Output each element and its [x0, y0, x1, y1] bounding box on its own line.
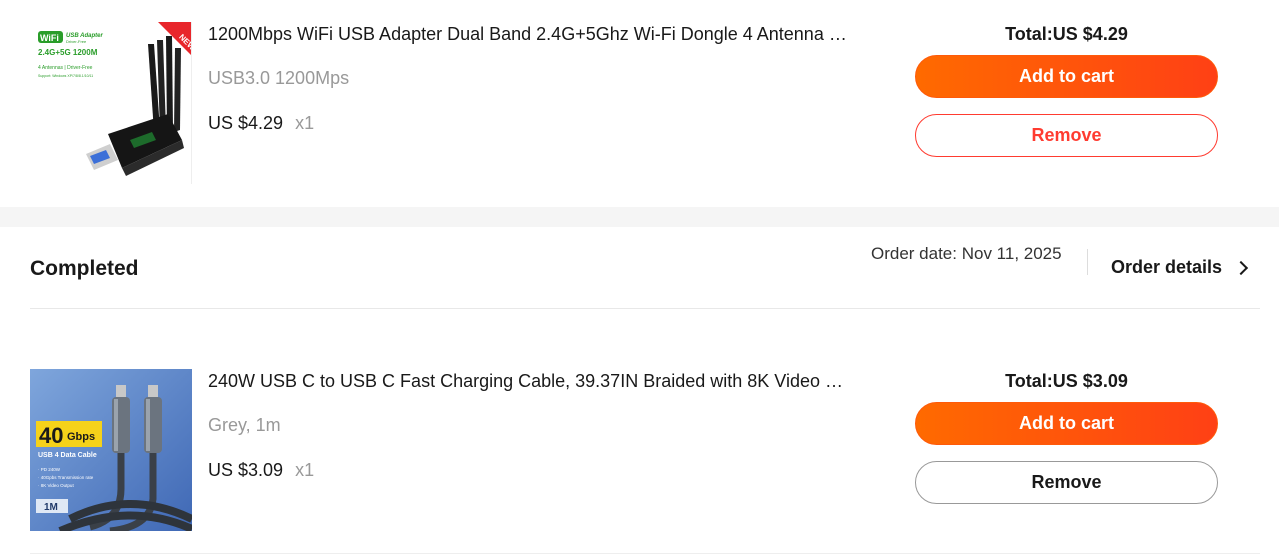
item-title[interactable]: 1200Mbps WiFi USB Adapter Dual Band 2.4G…	[208, 22, 850, 46]
order-status: Completed	[30, 257, 139, 280]
item-actions: Total:US $3.09 Add to cart Remove	[915, 369, 1218, 504]
order-card: Completed Order date: Nov 11, 2025 Order…	[0, 227, 1279, 554]
order-date: Order date: Nov 11, 2025	[871, 244, 1062, 263]
item-price-line: US $3.09 x1	[208, 458, 868, 482]
item-price: US $3.09	[208, 460, 284, 480]
order-details-link[interactable]: Order details	[1111, 257, 1249, 278]
item-quantity: x1	[295, 460, 315, 480]
wifi-adapter-illustration: NEW WiFi USB Adapter Driver-Free 2.4G+5G…	[30, 22, 191, 184]
item-variant: USB3.0 1200Mps	[208, 68, 350, 88]
svg-text:Driver-Free: Driver-Free	[66, 39, 87, 44]
svg-text:40: 40	[39, 423, 63, 448]
order-total: Total:US $3.09	[1005, 371, 1128, 391]
svg-text:1M: 1M	[44, 502, 58, 513]
item-price-line: US $4.29 x1	[208, 111, 868, 135]
svg-text:2.4G+5G 1200M: 2.4G+5G 1200M	[38, 48, 98, 57]
item-info: 1200Mbps WiFi USB Adapter Dual Band 2.4G…	[208, 22, 868, 135]
item-actions: Total:US $4.29 Add to cart Remove	[915, 22, 1218, 157]
item-title[interactable]: 240W USB C to USB C Fast Charging Cable,…	[208, 369, 850, 393]
svg-text:Gbps: Gbps	[67, 431, 95, 443]
order-total: Total:US $4.29	[1005, 24, 1128, 44]
order-item: 40 Gbps USB 4 Data Cable · PD 240W · 40G…	[30, 369, 1260, 531]
add-to-cart-button[interactable]: Add to cart	[915, 402, 1218, 445]
svg-text:· 40Gpbs Transmission rate: · 40Gpbs Transmission rate	[38, 475, 94, 480]
order-details-label: Order details	[1111, 257, 1223, 277]
order-item: NEW WiFi USB Adapter Driver-Free 2.4G+5G…	[30, 22, 1260, 184]
add-to-cart-button[interactable]: Add to cart	[915, 55, 1218, 98]
order-header: Completed Order date: Nov 11, 2025 Order…	[30, 227, 1260, 309]
svg-text:WiFi: WiFi	[40, 33, 59, 43]
remove-button[interactable]: Remove	[915, 461, 1218, 504]
svg-text:USB 4 Data Cable: USB 4 Data Cable	[38, 452, 97, 459]
item-info: 240W USB C to USB C Fast Charging Cable,…	[208, 369, 868, 482]
item-quantity: x1	[295, 113, 315, 133]
product-image-wifi-adapter[interactable]: NEW WiFi USB Adapter Driver-Free 2.4G+5G…	[30, 22, 192, 184]
order-separator	[0, 207, 1279, 227]
svg-text:· 8K Video Output: · 8K Video Output	[38, 483, 74, 488]
usb-cable-illustration: 40 Gbps USB 4 Data Cable · PD 240W · 40G…	[30, 369, 192, 531]
product-image-usb-c-cable[interactable]: 40 Gbps USB 4 Data Cable · PD 240W · 40G…	[30, 369, 192, 531]
chevron-right-icon	[1233, 260, 1249, 275]
svg-text:· PD 240W: · PD 240W	[38, 467, 61, 472]
item-variant: Grey, 1m	[208, 415, 281, 435]
order-card: NEW WiFi USB Adapter Driver-Free 2.4G+5G…	[0, 0, 1279, 207]
item-price: US $4.29	[208, 113, 284, 133]
svg-text:Support: Windows XP/7/8/8.1/10: Support: Windows XP/7/8/8.1/10/11	[38, 74, 93, 78]
header-divider	[1087, 249, 1088, 275]
svg-text:4 Antennas | Driver-Free: 4 Antennas | Driver-Free	[38, 65, 93, 71]
remove-button[interactable]: Remove	[915, 114, 1218, 157]
